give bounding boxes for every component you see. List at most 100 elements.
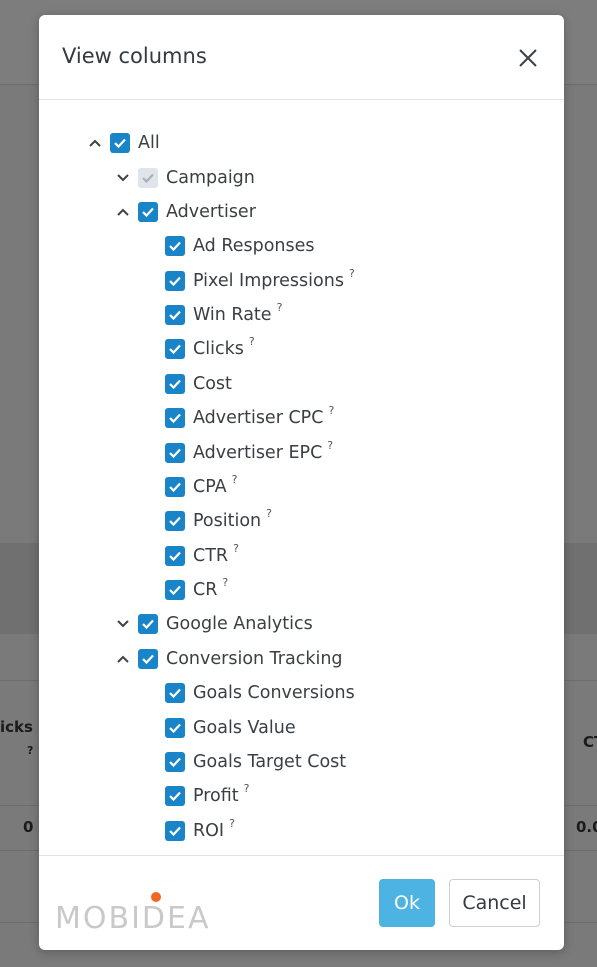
checkbox-advertiser-cpc[interactable] — [165, 408, 185, 428]
chevron-down-icon[interactable] — [114, 615, 132, 633]
chevron-up-icon[interactable] — [114, 203, 132, 221]
bg-column-header: CT — [583, 733, 597, 751]
logo-dot-icon — [151, 892, 161, 902]
checkbox-win-rate[interactable] — [165, 305, 185, 325]
modal-header: View columns — [39, 15, 564, 100]
checkbox-profit[interactable] — [165, 786, 185, 806]
checkbox-goals-target-cost[interactable] — [165, 752, 185, 772]
tree-leaf-ctr: CTR ? — [165, 541, 239, 571]
help-tooltip-icon[interactable]: ? — [266, 507, 272, 520]
checkbox-roi[interactable] — [165, 821, 185, 841]
bg-help-mark: ? — [27, 744, 34, 757]
tree-leaf-cr: CR ? — [165, 575, 228, 605]
tree-leaf-win-rate: Win Rate ? — [165, 300, 282, 330]
tree-label: Cost — [193, 374, 232, 394]
tree-leaf-pixel-impressions: Pixel Impressions ? — [165, 266, 355, 296]
tree-leaf-profit: Profit ? — [165, 781, 250, 811]
checkbox-position[interactable] — [165, 511, 185, 531]
check-icon — [169, 757, 181, 768]
checkbox-advertiser[interactable] — [138, 202, 158, 222]
help-tooltip-icon[interactable]: ? — [277, 301, 283, 314]
tree-leaf-roi: ROI ? — [165, 816, 235, 846]
checkbox-conversion-tracking[interactable] — [138, 649, 158, 669]
help-tooltip-icon[interactable]: ? — [222, 576, 228, 589]
tree-label: Advertiser EPC — [193, 443, 323, 463]
ok-button[interactable]: Ok — [379, 879, 435, 927]
checkbox-advertiser-epc[interactable] — [165, 443, 185, 463]
cancel-button[interactable]: Cancel — [449, 879, 540, 927]
checkbox-all[interactable] — [110, 133, 130, 153]
help-tooltip-icon[interactable]: ? — [249, 335, 255, 348]
help-tooltip-icon[interactable]: ? — [327, 439, 333, 452]
check-icon — [114, 138, 126, 149]
help-tooltip-icon[interactable]: ? — [349, 267, 355, 280]
tree-leaf-clicks: Clicks ? — [165, 334, 255, 364]
close-button[interactable] — [515, 45, 541, 71]
tree-label: Clicks — [193, 339, 244, 359]
check-icon — [169, 379, 181, 390]
checkbox-cpa[interactable] — [165, 477, 185, 497]
check-icon — [169, 516, 181, 527]
tree-leaf-ad-responses: Ad Responses — [165, 231, 315, 261]
checkbox-cr[interactable] — [165, 580, 185, 600]
help-tooltip-icon[interactable]: ? — [233, 542, 239, 555]
chevron-down-icon[interactable] — [114, 169, 132, 187]
tree-label: CR — [193, 580, 218, 600]
help-tooltip-icon[interactable]: ? — [232, 473, 238, 486]
bg-column-header: icks — [0, 718, 33, 736]
check-icon — [142, 207, 154, 218]
checkbox-ctr[interactable] — [165, 546, 185, 566]
tree-label-conversion-tracking: Conversion Tracking — [166, 649, 343, 669]
checkbox-clicks[interactable] — [165, 339, 185, 359]
checkbox-ad-responses[interactable] — [165, 236, 185, 256]
tree-label: CPA — [193, 477, 227, 497]
checkbox-goals-value[interactable] — [165, 718, 185, 738]
tree-leaf-goals-target-cost: Goals Target Cost — [165, 747, 346, 777]
check-icon — [169, 344, 181, 355]
checkbox-cost[interactable] — [165, 374, 185, 394]
bg-cell-value: 0 — [23, 818, 34, 836]
bg-cell-value: 0.0 — [576, 818, 597, 836]
tree-label-all: All — [138, 133, 160, 153]
tree-label: Ad Responses — [193, 236, 315, 256]
view-columns-modal: View columns All Campaign Advertiser Ad … — [39, 15, 564, 950]
check-icon — [169, 791, 181, 802]
tree-leaf-goals-value: Goals Value — [165, 713, 296, 743]
tree-label-google-analytics: Google Analytics — [166, 614, 313, 634]
tree-label: CTR — [193, 546, 229, 566]
help-tooltip-icon[interactable]: ? — [244, 782, 250, 795]
close-icon — [519, 49, 537, 67]
tree-leaf-advertiser-epc: Advertiser EPC ? — [165, 438, 333, 468]
column-tree: All Campaign Advertiser Ad Responses Pix… — [39, 100, 564, 855]
tree-leaf-position: Position ? — [165, 506, 272, 536]
tree-leaf-cost: Cost — [165, 369, 232, 399]
check-icon — [142, 654, 154, 665]
tree-row-google-analytics: Google Analytics — [114, 609, 313, 639]
tree-label-campaign: Campaign — [166, 168, 255, 188]
tree-row-advertiser: Advertiser — [114, 197, 256, 227]
help-tooltip-icon[interactable]: ? — [229, 817, 235, 830]
check-icon — [169, 482, 181, 493]
tree-label: Goals Value — [193, 718, 296, 738]
tree-leaf-goals-conversions: Goals Conversions — [165, 678, 355, 708]
tree-leaf-cpa: CPA ? — [165, 472, 237, 502]
checkbox-campaign[interactable] — [138, 168, 158, 188]
chevron-up-icon[interactable] — [86, 134, 104, 152]
check-icon — [169, 310, 181, 321]
tree-row-conversion-tracking: Conversion Tracking — [114, 644, 343, 674]
checkbox-google-analytics[interactable] — [138, 614, 158, 634]
check-icon — [169, 723, 181, 734]
check-icon — [142, 173, 154, 184]
tree-row-all: All — [86, 128, 160, 158]
checkbox-pixel-impressions[interactable] — [165, 271, 185, 291]
check-icon — [142, 619, 154, 630]
tree-label: Win Rate — [193, 305, 272, 325]
check-icon — [169, 585, 181, 596]
checkbox-goals-conversions[interactable] — [165, 683, 185, 703]
tree-label-advertiser: Advertiser — [166, 202, 256, 222]
tree-label: Position — [193, 511, 262, 531]
chevron-up-icon[interactable] — [114, 650, 132, 668]
check-icon — [169, 448, 181, 459]
check-icon — [169, 551, 181, 562]
help-tooltip-icon[interactable]: ? — [328, 404, 334, 417]
